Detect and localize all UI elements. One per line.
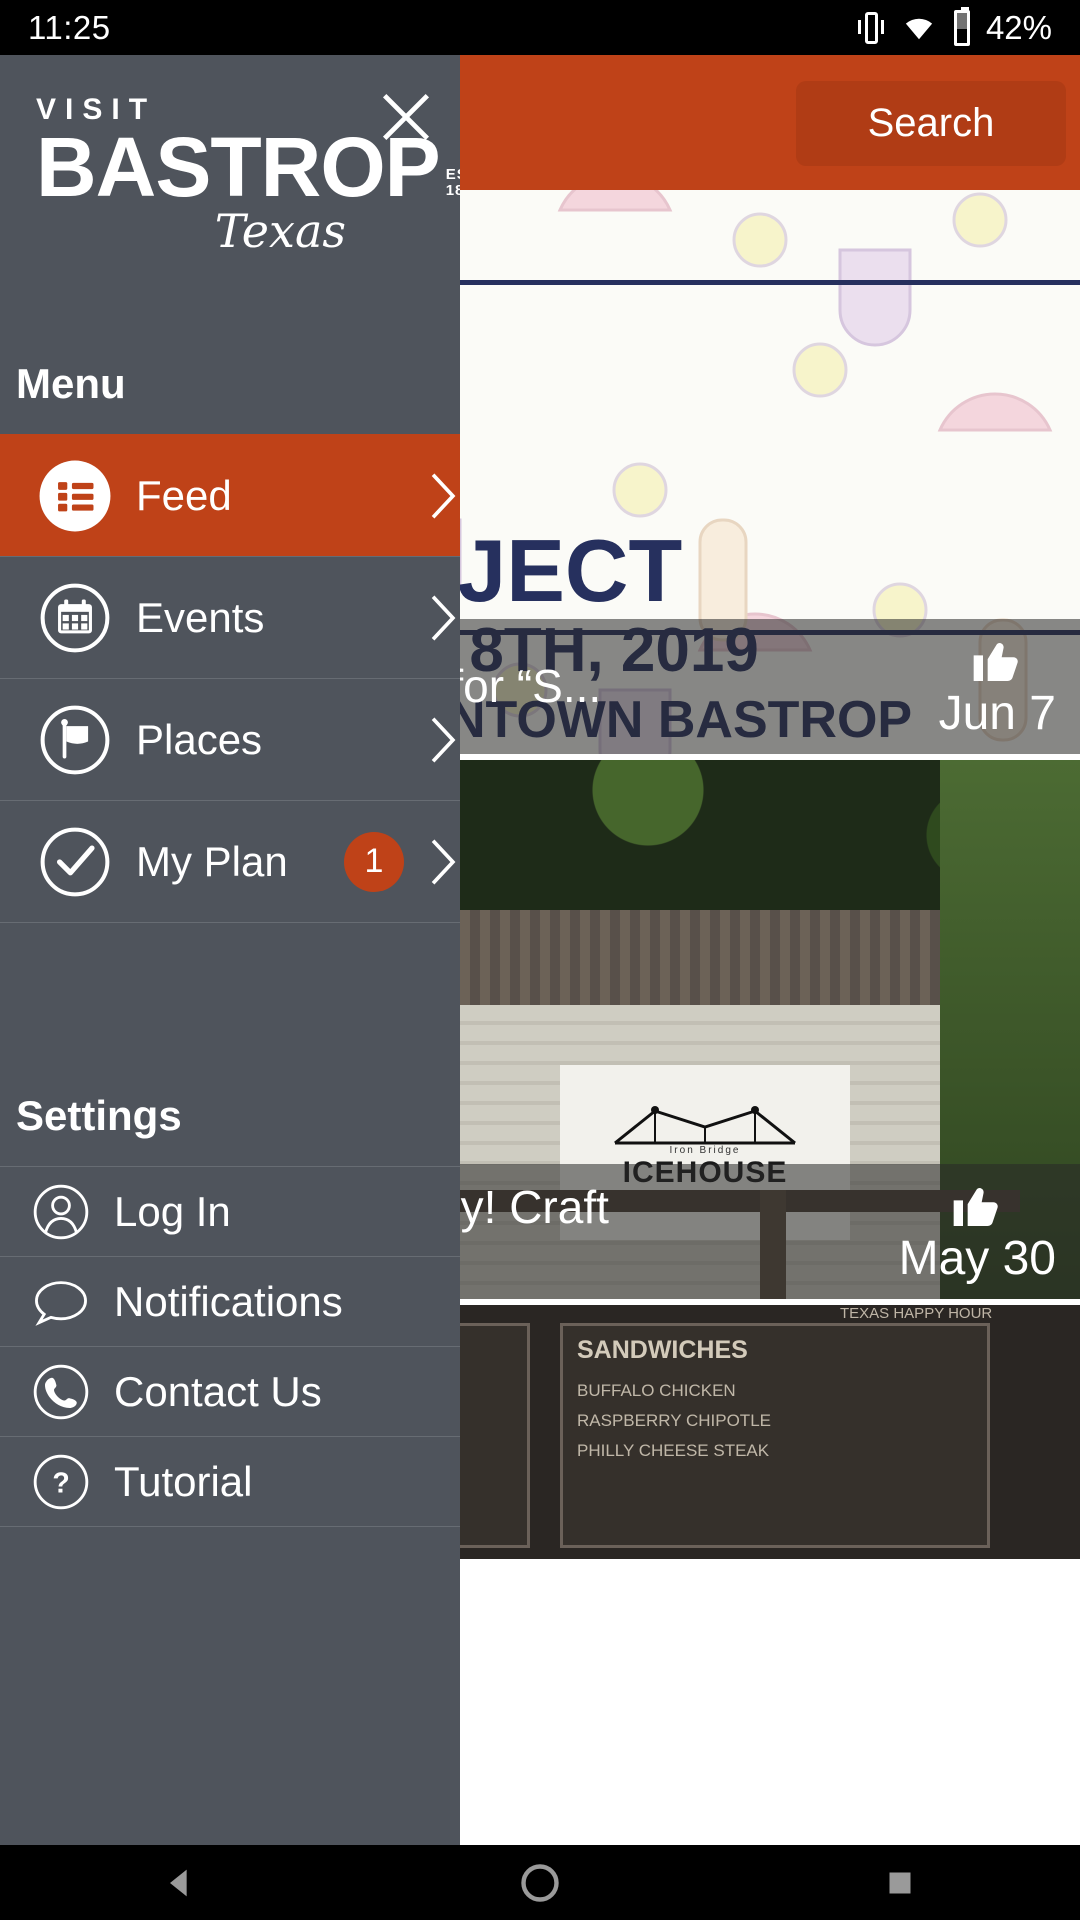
question-icon: ? [33,1454,89,1509]
android-nav-bar [0,1845,1080,1920]
flag-icon [40,705,110,774]
sidebar-item-label: My Plan [136,837,288,885]
chevron-right-icon [431,838,456,885]
drawer-bottom-divider [0,1526,460,1586]
sidebar-item-label: Feed [136,471,232,519]
sidebar-item-notifications[interactable]: Notifications [0,1256,460,1346]
status-time: 11:25 [28,8,111,46]
sidebar-item-label: Tutorial [114,1457,253,1505]
recents-square-icon [889,1872,911,1893]
logo-est-label: EST. [445,165,460,183]
phone-screen: 11:25 42% Search PROJECT for “S... Jun 7… [0,0,1080,1920]
phone-icon [33,1364,89,1419]
svg-text:?: ? [52,1467,69,1499]
chevron-right-icon [431,716,456,763]
app-body: Search PROJECT for “S... Jun 7 Iron Brid… [0,55,1080,1845]
logo-bastrop-word: BASTROP [36,120,441,214]
sidebar-item-label: Log In [114,1187,231,1235]
sidebar-item-log-in[interactable]: Log In [0,1166,460,1256]
recents-button[interactable] [865,1848,935,1918]
sidebar-item-label: Contact Us [114,1367,322,1415]
list-icon [39,460,111,531]
settings-section-title: Settings [16,1092,182,1139]
my-plan-badge: 1 [344,831,404,892]
drawer-scrim[interactable] [460,55,1080,1845]
sidebar-item-tutorial[interactable]: ? Tutorial [0,1436,460,1526]
chevron-right-icon [431,472,456,519]
home-button[interactable] [505,1848,575,1918]
sidebar-item-label: Events [136,593,265,641]
home-circle-icon [521,1863,559,1902]
back-button[interactable] [145,1848,215,1918]
logo-bastrop-text: BASTROP EST. 1832 [36,125,460,209]
wifi-icon [905,18,933,39]
person-icon [33,1184,89,1239]
battery-icon [953,6,970,46]
sidebar-item-events[interactable]: Events [0,556,460,678]
status-bar: 11:25 42% [0,0,1080,55]
status-icons: 42% [857,6,1052,47]
vibrate-icon [857,10,884,46]
battery-percent: 42% [985,8,1052,46]
sidebar-item-my-plan[interactable]: My Plan 1 [0,800,460,922]
check-icon [40,827,110,896]
calendar-icon [40,583,110,652]
logo-est-block: EST. 1832 [445,165,460,207]
speech-bubble-icon [35,1280,87,1326]
drawer-spacer [0,922,460,1082]
sidebar-item-contact-us[interactable]: Contact Us [0,1346,460,1436]
menu-section-title: Menu [16,360,126,407]
logo-est-year: 1832 [445,181,460,199]
sidebar-item-places[interactable]: Places [0,678,460,800]
back-triangle-icon [170,1869,187,1896]
chevron-right-icon [431,594,456,641]
sidebar-item-feed[interactable]: Feed [0,434,460,556]
sidebar-item-label: Places [136,715,263,763]
sidebar-item-label: Notifications [114,1277,343,1325]
visit-bastrop-logo: VISIT BASTROP EST. 1832 Texas [36,93,460,258]
drawer-header: VISIT BASTROP EST. 1832 Texas [0,55,460,350]
navigation-drawer: VISIT BASTROP EST. 1832 Texas Menu [0,55,460,1845]
